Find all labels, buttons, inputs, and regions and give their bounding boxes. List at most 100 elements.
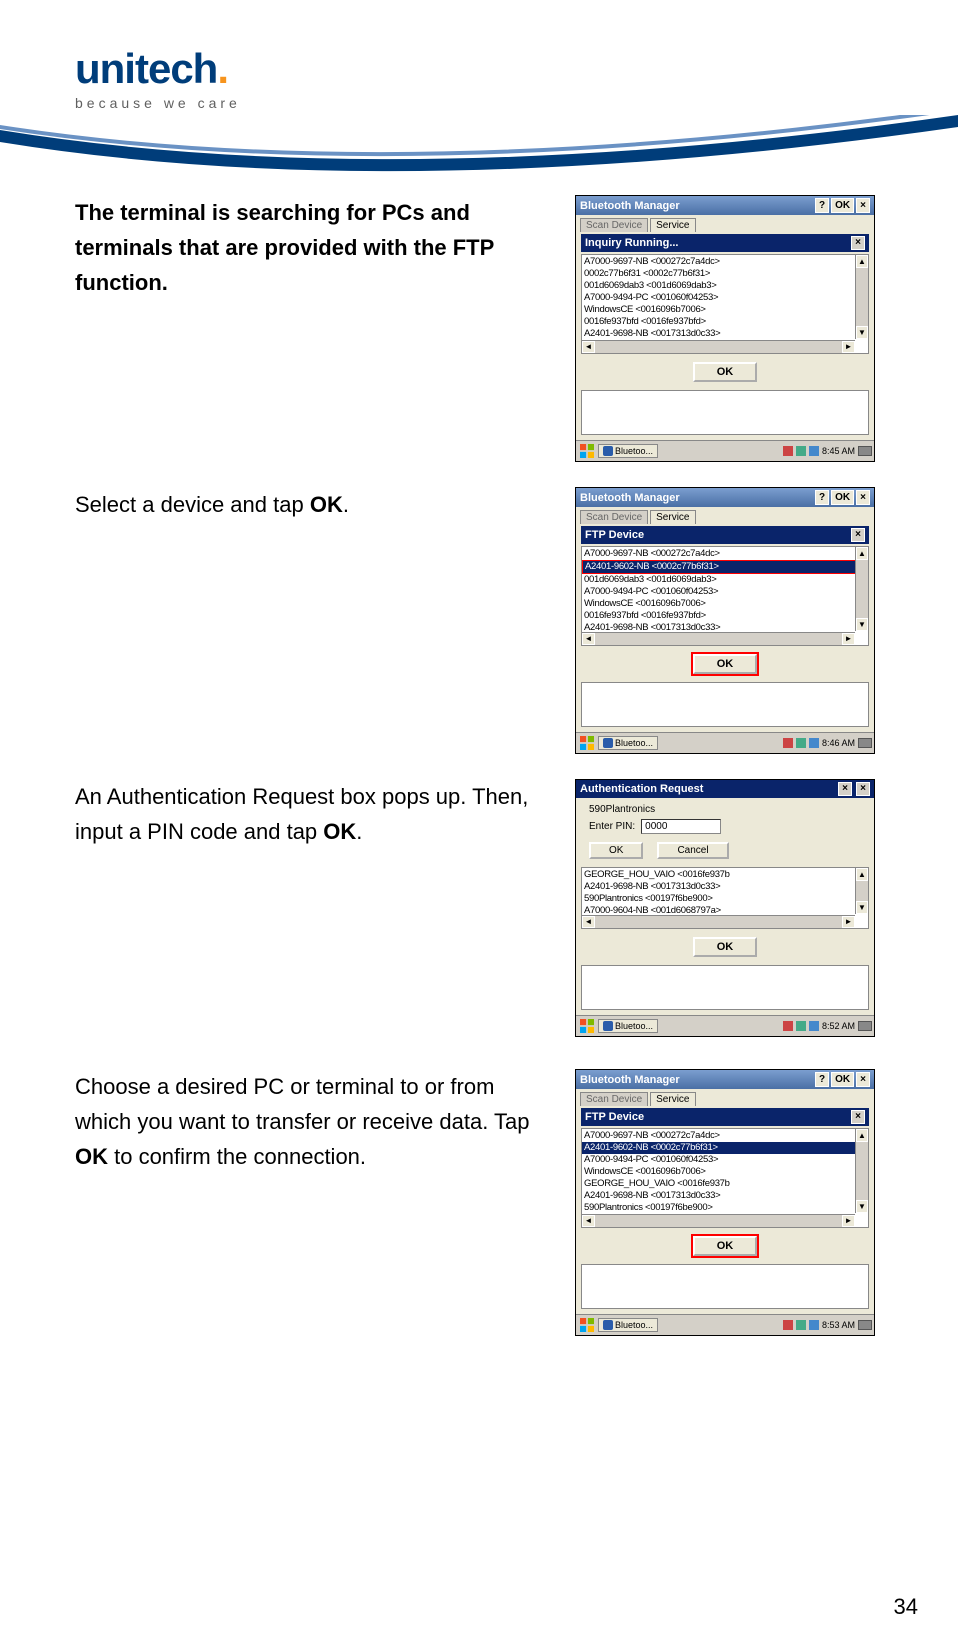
start-icon[interactable] [578, 1018, 596, 1034]
horizontal-scrollbar[interactable]: ◄► [582, 915, 855, 928]
list-item[interactable]: WindowsCE <0016096b7006> [582, 304, 868, 316]
ok-button[interactable]: OK [693, 654, 758, 674]
keyboard-icon[interactable] [858, 1320, 872, 1330]
window-title-bar: Bluetooth Manager ? OK × [576, 196, 874, 215]
taskbar: Bluetoo... 8:52 AM [576, 1015, 874, 1036]
device-list[interactable]: GEORGE_HOU_VAIO <0016fe937b A2401-9698-N… [581, 867, 869, 929]
tray-icon[interactable] [796, 446, 806, 456]
ok-titlebar-button[interactable]: OK [831, 490, 854, 505]
list-item[interactable]: 590Plantronics <00197f6be900> [582, 1202, 868, 1214]
bluetooth-icon [603, 446, 613, 456]
list-item[interactable]: A7000-9697-NB <000272c7a4dc> [582, 1130, 868, 1142]
dialog-close-button[interactable]: × [851, 236, 865, 250]
tab-scan-device[interactable]: Scan Device [580, 1092, 648, 1106]
taskbar-app[interactable]: Bluetoo... [598, 1019, 658, 1033]
list-item[interactable]: 0016fe937bfd <0016fe937bfd> [582, 316, 868, 328]
list-item[interactable]: A7000-9494-PC <001060f04253> [582, 1154, 868, 1166]
horizontal-scrollbar[interactable]: ◄► [582, 632, 855, 645]
list-item[interactable]: 0002c77b6f31 <0002c77b6f31> [582, 268, 868, 280]
taskbar-app[interactable]: Bluetoo... [598, 1318, 658, 1332]
keyboard-icon[interactable] [858, 1021, 872, 1031]
dialog-title: Authentication Request× × [576, 780, 874, 798]
close-button[interactable]: × [856, 1072, 870, 1087]
tray-icon[interactable] [796, 1320, 806, 1330]
list-item-selected[interactable]: A2401-9602-NB <0002c77b6f31> [582, 1142, 868, 1154]
header-swoosh [0, 115, 958, 195]
dialog-close-button[interactable]: × [851, 528, 865, 542]
vertical-scrollbar[interactable]: ▲▼ [855, 547, 868, 631]
list-item[interactable]: A7000-9697-NB <000272c7a4dc> [582, 256, 868, 268]
vertical-scrollbar[interactable]: ▲▼ [855, 255, 868, 339]
ok-button[interactable]: OK [693, 1236, 758, 1256]
list-item-selected[interactable]: A2401-9602-NB <0002c77b6f31> [582, 560, 868, 574]
window-title-bar: Bluetooth Manager ? OK × [576, 1070, 874, 1089]
keyboard-icon[interactable] [858, 738, 872, 748]
tray-icon[interactable] [796, 738, 806, 748]
start-icon[interactable] [578, 735, 596, 751]
vertical-scrollbar[interactable]: ▲▼ [855, 868, 868, 914]
dialog-close-button[interactable]: × [838, 782, 852, 796]
list-item[interactable]: WindowsCE <0016096b7006> [582, 1166, 868, 1178]
list-item[interactable]: GEORGE_HOU_VAIO <0016fe937b [582, 1178, 868, 1190]
taskbar-app[interactable]: Bluetoo... [598, 736, 658, 750]
cancel-button[interactable]: Cancel [657, 842, 728, 859]
list-item[interactable]: 590Plantronics <00197f6be900> [582, 893, 868, 905]
tray-icon[interactable] [809, 1021, 819, 1031]
ok-titlebar-button[interactable]: OK [831, 198, 854, 213]
close-button[interactable]: × [856, 782, 870, 796]
pin-input[interactable]: 0000 [641, 819, 721, 834]
tray-icon[interactable] [783, 738, 793, 748]
list-item[interactable]: GEORGE_HOU_VAIO <0016fe937b [582, 869, 868, 881]
tray-icon[interactable] [809, 738, 819, 748]
list-item[interactable]: 001d6069dab3 <001d6069dab3> [582, 574, 868, 586]
list-item[interactable]: 0016fe937bfd <0016fe937bfd> [582, 610, 868, 622]
start-icon[interactable] [578, 1317, 596, 1333]
ok-titlebar-button[interactable]: OK [831, 1072, 854, 1087]
list-item[interactable]: A2401-9698-NB <0017313d0c33> [582, 1190, 868, 1202]
list-item[interactable]: A7000-9494-PC <001060f04253> [582, 586, 868, 598]
window-title-bar: Bluetooth Manager ? OK × [576, 488, 874, 507]
dialog-close-button[interactable]: × [851, 1110, 865, 1124]
vertical-scrollbar[interactable]: ▲▼ [855, 1129, 868, 1213]
tab-scan-device[interactable]: Scan Device [580, 510, 648, 524]
taskbar-app[interactable]: Bluetoo... [598, 444, 658, 458]
device-list[interactable]: A7000-9697-NB <000272c7a4dc> A2401-9602-… [581, 546, 869, 646]
list-item[interactable]: WindowsCE <0016096b7006> [582, 598, 868, 610]
tray-icon[interactable] [783, 1021, 793, 1031]
taskbar: Bluetoo... 8:46 AM [576, 732, 874, 753]
tray-icon[interactable] [809, 446, 819, 456]
list-item[interactable]: A7000-9697-NB <000272c7a4dc> [582, 548, 868, 560]
list-item[interactable]: A2401-9698-NB <0017313d0c33> [582, 328, 868, 340]
ok-button[interactable]: OK [693, 937, 758, 957]
tab-service[interactable]: Service [650, 510, 695, 524]
close-button[interactable]: × [856, 198, 870, 213]
help-button[interactable]: ? [815, 198, 829, 213]
start-icon[interactable] [578, 443, 596, 459]
tab-service[interactable]: Service [650, 218, 695, 232]
tab-service[interactable]: Service [650, 1092, 695, 1106]
tray-icon[interactable] [809, 1320, 819, 1330]
list-item[interactable]: A7000-9494-PC <001060f04253> [582, 292, 868, 304]
horizontal-scrollbar[interactable]: ◄► [582, 340, 855, 353]
close-button[interactable]: × [856, 490, 870, 505]
list-item[interactable]: 001d6069dab3 <001d6069dab3> [582, 280, 868, 292]
tray-icon[interactable] [796, 1021, 806, 1031]
help-button[interactable]: ? [815, 490, 829, 505]
ok-button[interactable]: OK [589, 842, 643, 859]
device-list[interactable]: A7000-9697-NB <000272c7a4dc> 0002c77b6f3… [581, 254, 869, 354]
step-2-text: Select a device and tap OK. [75, 487, 575, 522]
tray-icon[interactable] [783, 446, 793, 456]
tray-icon[interactable] [783, 1320, 793, 1330]
step-1-text: The terminal is searching for PCs and te… [75, 195, 575, 301]
window-title: Bluetooth Manager [580, 1074, 680, 1086]
keyboard-icon[interactable] [858, 446, 872, 456]
list-item[interactable]: A2401-9698-NB <0017313d0c33> [582, 881, 868, 893]
bluetooth-icon [603, 738, 613, 748]
ok-button[interactable]: OK [693, 362, 758, 382]
device-list[interactable]: A7000-9697-NB <000272c7a4dc> A2401-9602-… [581, 1128, 869, 1228]
step-3-text: An Authentication Request box pops up. T… [75, 779, 575, 849]
horizontal-scrollbar[interactable]: ◄► [582, 1214, 855, 1227]
tab-scan-device[interactable]: Scan Device [580, 218, 648, 232]
step-4-screenshot: Bluetooth Manager ? OK × Scan Device Ser… [575, 1069, 875, 1336]
help-button[interactable]: ? [815, 1072, 829, 1087]
